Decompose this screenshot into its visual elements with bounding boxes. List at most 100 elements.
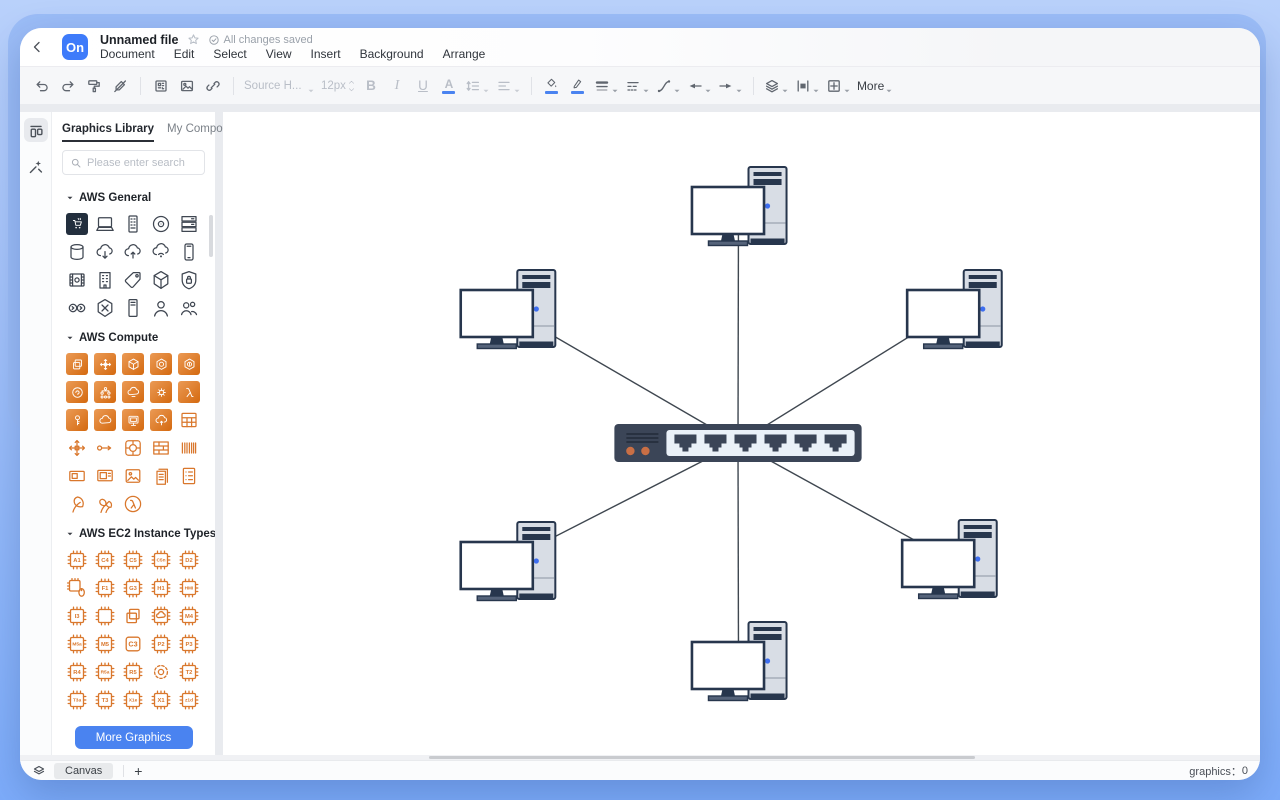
- fill-color-button[interactable]: [540, 74, 564, 98]
- network-switch-shape[interactable]: [614, 424, 861, 462]
- library-shape-key[interactable]: [66, 409, 88, 431]
- library-shape-ec2-D2[interactable]: D2: [178, 549, 200, 571]
- library-shape-c3-box[interactable]: C3: [122, 633, 144, 655]
- library-shape-ec2-I3[interactable]: I3: [66, 605, 88, 627]
- image-button[interactable]: [175, 74, 199, 98]
- clear-format-button[interactable]: [108, 74, 132, 98]
- add-page-button[interactable]: +: [134, 764, 142, 778]
- library-shape-chip-blank[interactable]: [94, 605, 116, 627]
- library-shape-ec2-P3[interactable]: P3: [178, 633, 200, 655]
- stroke-color-button[interactable]: [566, 74, 590, 98]
- pages-stack-icon[interactable]: [32, 764, 46, 778]
- library-shape-servers-stack[interactable]: [178, 213, 200, 235]
- library-shape-users[interactable]: [178, 297, 200, 319]
- library-shape-ec2-P2[interactable]: P2: [150, 633, 172, 655]
- rail-ai-wand-button[interactable]: [24, 154, 48, 178]
- workstation-shape-pc-bottom[interactable]: [692, 622, 787, 701]
- library-shape-ec2-A1[interactable]: A1: [66, 549, 88, 571]
- library-shape-barcode[interactable]: [178, 437, 200, 459]
- library-shape-ec2-R4[interactable]: R4: [66, 661, 88, 683]
- library-shape-lambda-circle[interactable]: [122, 493, 144, 515]
- line-width-button[interactable]: [592, 74, 621, 98]
- grid-button[interactable]: [824, 74, 853, 98]
- library-shape-ec2-C4[interactable]: C4: [94, 549, 116, 571]
- library-shape-grid-table[interactable]: [178, 409, 200, 431]
- workstation-shape-pc-lower-right[interactable]: [902, 520, 997, 599]
- canvas-page-tab[interactable]: Canvas: [54, 763, 113, 779]
- library-shape-copy-squares[interactable]: [122, 605, 144, 627]
- library-shape-cloud-gear[interactable]: [150, 381, 172, 403]
- font-color-button[interactable]: A: [437, 74, 461, 98]
- library-shape-cloud-upload[interactable]: [122, 241, 144, 263]
- library-shape-office-building[interactable]: [94, 269, 116, 291]
- library-shape-scale-arrows[interactable]: [94, 353, 116, 375]
- font-select[interactable]: Source H...: [242, 74, 317, 98]
- library-shape-ec2-M5a[interactable]: M5a: [66, 633, 88, 655]
- more-graphics-button[interactable]: More Graphics: [75, 726, 193, 749]
- menu-insert[interactable]: Insert: [311, 47, 341, 61]
- library-shape-media-film[interactable]: [66, 269, 88, 291]
- workstation-shape-pc-upper-left[interactable]: [461, 270, 556, 349]
- horizontal-scrollbar-thumb[interactable]: [429, 756, 975, 759]
- menu-arrange[interactable]: Arrange: [443, 47, 486, 61]
- library-shape-ec2-C5n[interactable]: C5n: [150, 549, 172, 571]
- library-shape-cloud-ai[interactable]: [122, 381, 144, 403]
- library-shape-ec2-R5a[interactable]: R5a: [94, 661, 116, 683]
- library-shape-ec2-T3a[interactable]: T3a: [66, 689, 88, 711]
- library-shape-target[interactable]: [122, 437, 144, 459]
- line-style-button[interactable]: [623, 74, 652, 98]
- library-shape-cloud-download[interactable]: [94, 241, 116, 263]
- rail-shapes-library-button[interactable]: [24, 118, 48, 142]
- library-shape-mobile-device[interactable]: [178, 241, 200, 263]
- text-align-button[interactable]: [494, 74, 523, 98]
- menu-select[interactable]: Select: [213, 47, 246, 61]
- menu-view[interactable]: View: [266, 47, 292, 61]
- redo-button[interactable]: [56, 74, 80, 98]
- library-shape-cube-hexagon[interactable]: [150, 269, 172, 291]
- library-shape-coin[interactable]: [66, 381, 88, 403]
- library-shape-toolbox-hexagon[interactable]: [94, 297, 116, 319]
- library-shape-ec2-C5[interactable]: C5: [122, 549, 144, 571]
- arrow-end-button[interactable]: [716, 74, 745, 98]
- canvas[interactable]: [223, 112, 1260, 755]
- library-shape-hex-ring[interactable]: [150, 353, 172, 375]
- italic-button[interactable]: I: [385, 74, 409, 98]
- library-shape-cloud-chip[interactable]: [150, 605, 172, 627]
- workstation-shape-pc-top[interactable]: [692, 167, 787, 246]
- workstation-shape-pc-lower-left[interactable]: [461, 522, 556, 601]
- library-scroll-area[interactable]: AWS GeneralAWS ComputeAWS EC2 Instance T…: [52, 179, 215, 719]
- library-shape-hex-cube[interactable]: [122, 353, 144, 375]
- library-shape-chip-mouse[interactable]: [66, 577, 88, 599]
- horizontal-scrollbar[interactable]: [20, 755, 1260, 760]
- library-shape-screen[interactable]: [122, 409, 144, 431]
- library-shape-cloud-up[interactable]: [150, 409, 172, 431]
- menu-background[interactable]: Background: [360, 47, 424, 61]
- font-size-button[interactable]: 12px: [319, 74, 357, 98]
- library-shape-gear-chip[interactable]: [150, 661, 172, 683]
- library-shape-docs-copy[interactable]: [150, 465, 172, 487]
- section-header-aws-general[interactable]: AWS General: [66, 192, 201, 204]
- library-shape-forums[interactable]: [66, 297, 88, 319]
- library-shape-copy-squares[interactable]: [66, 353, 88, 375]
- arrow-start-button[interactable]: [685, 74, 714, 98]
- library-shape-ec2-F1[interactable]: F1: [94, 577, 116, 599]
- library-shape-user[interactable]: [150, 297, 172, 319]
- library-shape-database-cylinder[interactable]: [66, 241, 88, 263]
- line-height-button[interactable]: [463, 74, 492, 98]
- library-shape-firewall[interactable]: [150, 437, 172, 459]
- library-shape-cloud[interactable]: [94, 409, 116, 431]
- sidebar-scrollbar[interactable]: [209, 215, 213, 257]
- library-shape-ec2-R5[interactable]: R5: [122, 661, 144, 683]
- layers-button[interactable]: [762, 74, 791, 98]
- library-shape-screen-card[interactable]: [94, 465, 116, 487]
- font-size-stepper[interactable]: [348, 79, 355, 93]
- library-shape-ec2-M4[interactable]: M4: [178, 605, 200, 627]
- connector-style-button[interactable]: [654, 74, 683, 98]
- library-shape-leaf[interactable]: [66, 493, 88, 515]
- library-shape-ec2-M5[interactable]: M5: [94, 633, 116, 655]
- underline-button[interactable]: U: [411, 74, 435, 98]
- undo-button[interactable]: [30, 74, 54, 98]
- library-shape-hierarchy[interactable]: [94, 381, 116, 403]
- scan-button[interactable]: [149, 74, 173, 98]
- library-shape-move-arrows[interactable]: [66, 437, 88, 459]
